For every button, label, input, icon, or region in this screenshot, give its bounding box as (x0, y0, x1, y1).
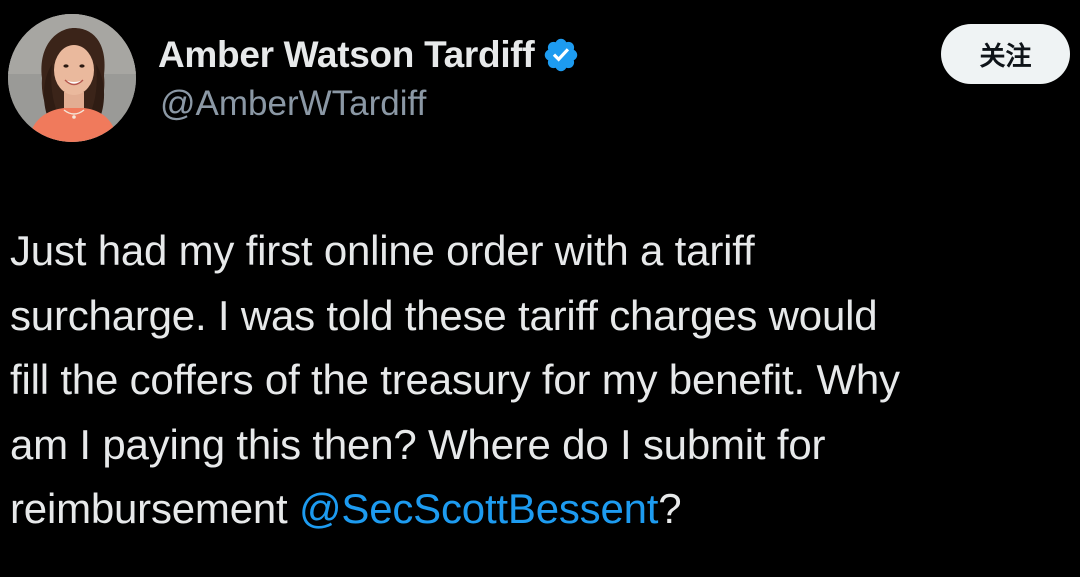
tweet-text-segment: reimbursement (10, 485, 299, 532)
tweet-text-line: fill the coffers of the treasury for my … (10, 356, 900, 403)
mention-link[interactable]: @SecScottBessent (299, 485, 658, 532)
display-name[interactable]: Amber Watson Tardiff (158, 34, 535, 76)
tweet-text-line: Just had my first online order with a ta… (10, 227, 755, 274)
tweet-text: Just had my first online order with a ta… (10, 219, 1075, 542)
tweet-text-line: am I paying this then? Where do I submit… (10, 420, 826, 468)
author-handle[interactable]: @AmberWTardiff (160, 84, 426, 124)
verified-badge-icon (542, 36, 580, 74)
tweet-card: Amber Watson Tardiff @AmberWTardiff 关注 J… (0, 0, 1080, 577)
tweet-text-segment: ? (658, 485, 682, 532)
follow-button[interactable]: 关注 (941, 24, 1070, 84)
avatar[interactable] (8, 14, 136, 142)
author-name-row: Amber Watson Tardiff (158, 30, 580, 80)
profile-photo-icon (8, 14, 136, 142)
tweet-text-line: reimbursement @SecScottBessent? (10, 477, 1075, 542)
tweet-text-line: surcharge. I was told these tariff charg… (10, 291, 878, 339)
